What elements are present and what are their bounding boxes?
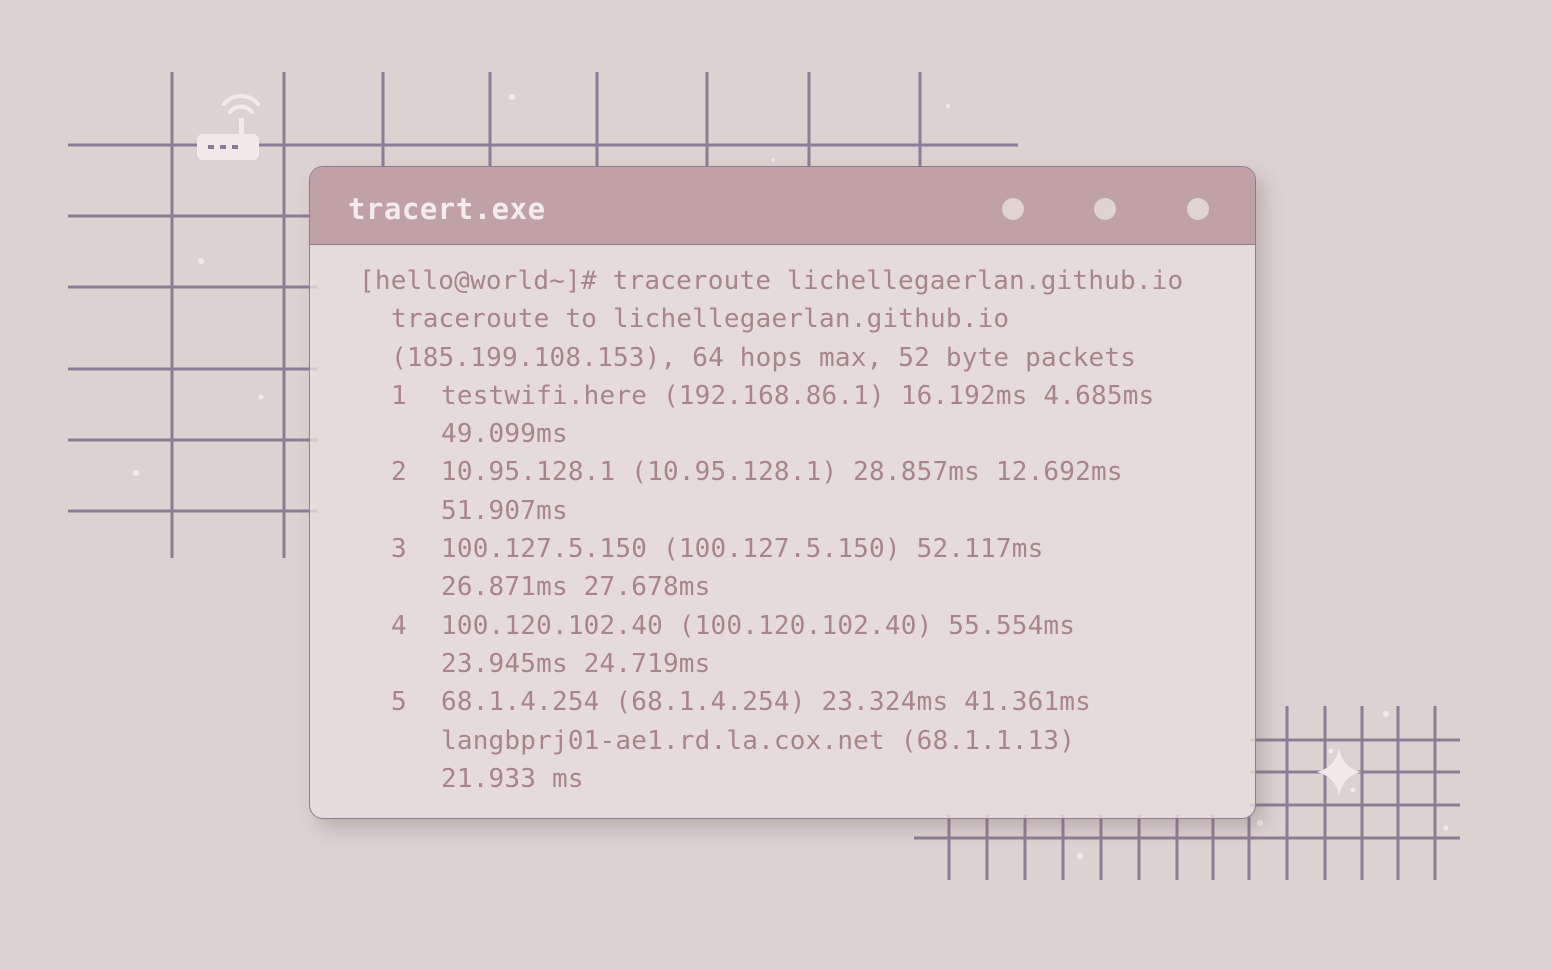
hop-line: 21.933 ms <box>441 763 584 794</box>
hop-line: 68.1.4.254 (68.1.4.254) 23.324ms 41.361m… <box>441 687 1091 718</box>
hop-line: 26.871ms 27.678ms <box>441 572 711 603</box>
hop-line: 100.120.102.40 (100.120.102.40) 55.554ms <box>441 610 1076 641</box>
hop-row: 3 100.127.5.150 (100.127.5.150) 52.117ms… <box>359 530 1183 607</box>
trace-header-line: (185.199.108.153), 64 hops max, 52 byte … <box>391 342 1137 373</box>
hop-line: 49.099ms <box>441 419 568 450</box>
close-button[interactable] <box>1187 198 1209 220</box>
minimize-button[interactable] <box>1002 198 1024 220</box>
hop-number: 5 <box>391 687 407 718</box>
hop-number: 3 <box>391 534 407 565</box>
maximize-button[interactable] <box>1094 198 1116 220</box>
wifi-router-icon <box>197 93 260 160</box>
hop-number: 1 <box>391 380 407 411</box>
window-title: tracert.exe <box>348 192 546 226</box>
terminal-output: [hello@world~]# traceroute lichellegaerl… <box>359 262 1183 798</box>
title-bar[interactable]: tracert.exe <box>310 167 1255 245</box>
hop-line: 23.945ms 24.719ms <box>441 648 711 679</box>
command-prompt: [hello@world~]# traceroute lichellegaerl… <box>359 266 1184 296</box>
hop-line: testwifi.here (192.168.86.1) 16.192ms 4.… <box>441 380 1155 411</box>
trace-header-line: traceroute to lichellegaerlan.github.io <box>391 304 1010 335</box>
hop-line: 10.95.128.1 (10.95.128.1) 28.857ms 12.69… <box>441 457 1123 488</box>
hop-row: 4 100.120.102.40 (100.120.102.40) 55.554… <box>359 607 1183 684</box>
hop-number: 4 <box>391 610 407 641</box>
hop-line: 100.127.5.150 (100.127.5.150) 52.117ms <box>441 534 1044 565</box>
hop-row: 1 testwifi.here (192.168.86.1) 16.192ms … <box>359 377 1183 454</box>
hop-line: 51.907ms <box>441 495 568 526</box>
hop-number: 2 <box>391 457 407 488</box>
hop-row: 5 68.1.4.254 (68.1.4.254) 23.324ms 41.36… <box>359 683 1183 798</box>
hop-line: langbprj01-ae1.rd.la.cox.net (68.1.1.13) <box>441 725 1076 756</box>
terminal-window[interactable]: tracert.exe [hello@world~]# traceroute l… <box>309 166 1256 819</box>
hop-row: 2 10.95.128.1 (10.95.128.1) 28.857ms 12.… <box>359 453 1183 530</box>
